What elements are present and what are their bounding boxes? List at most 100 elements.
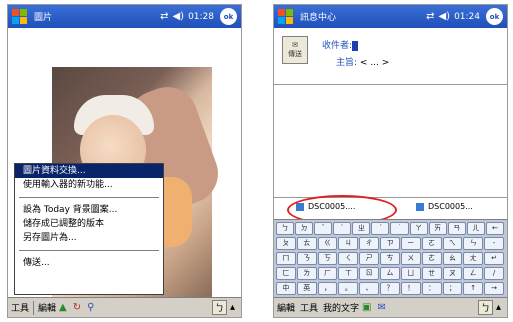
title-bar: 訊息中心 ⇄ ◀) 01:24 ok — [274, 5, 507, 28]
subject-input[interactable]: < ... > — [360, 58, 389, 68]
ok-button[interactable]: ok — [220, 8, 237, 25]
keyboard-key[interactable]: ㄞ — [428, 222, 447, 235]
menu-item-save-adjusted[interactable]: 儲存成已調整的版本 — [15, 217, 163, 231]
keyboard-key[interactable]: ㄗ — [380, 237, 400, 250]
keyboard-key[interactable]: ↵ — [484, 252, 504, 265]
keyboard-key[interactable]: ； — [442, 282, 463, 295]
my-text-menu[interactable]: 我的文字 — [323, 301, 359, 314]
keyboard-key[interactable]: ㄇ — [276, 252, 296, 265]
keyboard-key[interactable]: ㄙ — [380, 267, 400, 280]
keyboard-key[interactable]: ㄏ — [317, 267, 338, 280]
keyboard-key[interactable]: ㄕ — [359, 252, 380, 265]
window-title: 圖片 — [34, 13, 53, 23]
menu-item-new-feature[interactable]: 使用輸入器的新功能... — [15, 178, 163, 192]
clock[interactable]: 01:24 — [454, 12, 480, 22]
send-button[interactable]: ✉ 傳送 — [282, 36, 308, 64]
keyboard-row: ㄆㄊㄍㄐㄔㄗㄧㄛㄟㄣ- — [276, 237, 505, 250]
keyboard-key[interactable]: ㄨ — [400, 252, 421, 265]
edit-menu[interactable]: 編輯 — [38, 301, 56, 314]
send-label: 傳送 — [288, 50, 302, 58]
start-menu-icon[interactable] — [12, 8, 28, 25]
keyboard-key[interactable]: ㄎ — [317, 252, 338, 265]
keyboard-key[interactable]: ㄛ — [421, 237, 442, 250]
keyboard-key[interactable]: ㄓ — [352, 222, 371, 235]
image-icon[interactable]: ▲ — [59, 302, 67, 313]
keyboard-key[interactable]: ㄣ — [463, 237, 484, 250]
tools-menu[interactable]: 工具 — [300, 301, 318, 314]
right-screen: 訊息中心 ⇄ ◀) 01:24 ok ✉ 傳送 收件者: 主旨: < ... >… — [273, 4, 508, 318]
attachment-item[interactable]: DSC0005... — [416, 202, 473, 211]
keyboard-key[interactable]: ㄚ — [409, 222, 428, 235]
keyboard-key[interactable]: - — [484, 237, 504, 250]
keyboard-key[interactable]: ㄘ — [380, 252, 400, 265]
keyboard-key[interactable]: ㄧ — [400, 237, 421, 250]
keyboard-key[interactable]: ㄉ — [295, 222, 314, 235]
keyboard-key[interactable]: ㄑ — [338, 252, 359, 265]
keyboard-key[interactable]: ㄅ — [276, 222, 295, 235]
keyboard-key[interactable]: ！ — [400, 282, 421, 295]
keyboard-key[interactable]: 。 — [338, 282, 359, 295]
keyboard-key[interactable]: ㄟ — [442, 237, 463, 250]
menu-item-set-today-bg[interactable]: 設為 Today 背景圖案... — [15, 203, 163, 217]
connectivity-icon[interactable]: ⇄ — [160, 11, 168, 22]
keyboard-key[interactable]: ㄥ — [463, 267, 484, 280]
keyboard-key[interactable]: ㄍ — [317, 237, 338, 250]
volume-icon[interactable]: ◀) — [438, 11, 450, 22]
subject-field[interactable]: 主旨: < ... > — [336, 55, 389, 68]
menu-item-save-as[interactable]: 另存圖片為... — [15, 231, 163, 245]
keyboard-key[interactable]: ㄆ — [276, 237, 296, 250]
to-field[interactable]: 收件者: — [322, 38, 359, 51]
keyboard-key[interactable]: ˇ — [314, 222, 333, 235]
keyboard-key[interactable]: ㄜ — [421, 252, 442, 265]
keyboard-key[interactable]: ← — [485, 222, 504, 235]
input-arrow-icon[interactable]: ▴ — [496, 302, 501, 313]
connectivity-icon[interactable]: ⇄ — [426, 11, 434, 22]
keyboard-key[interactable]: ↑ — [463, 282, 484, 295]
keyboard-toggle-button[interactable]: ㄅ — [477, 300, 493, 315]
attach-image-icon[interactable]: ▣ — [362, 302, 371, 313]
keyboard-key[interactable]: ？ — [380, 282, 400, 295]
ok-button[interactable]: ok — [486, 8, 503, 25]
keyboard-key[interactable]: → — [484, 282, 504, 295]
keyboard-key[interactable]: ˋ — [333, 222, 352, 235]
start-menu-icon[interactable] — [278, 8, 294, 25]
keyboard-key[interactable]: ㄔ — [359, 237, 380, 250]
menu-item-image-exchange[interactable]: 圖片資料交換... — [15, 164, 163, 178]
rotate-icon[interactable]: ↻ — [73, 302, 81, 313]
bottom-toolbar: 編輯 工具 我的文字 ▣ ✉ ㄅ ▴ — [274, 297, 507, 317]
keyboard-key[interactable]: ㄋ — [296, 252, 317, 265]
keyboard-key[interactable]: 中 — [276, 282, 296, 295]
input-arrow-icon[interactable]: ▴ — [230, 302, 235, 313]
keyboard-key[interactable]: ㄊ — [296, 237, 317, 250]
keyboard-key[interactable]: ㄈ — [276, 267, 296, 280]
tools-menu[interactable]: 工具 — [11, 301, 29, 314]
keyboard-key[interactable]: ㄩ — [400, 267, 421, 280]
keyboard-key[interactable]: ㄤ — [463, 252, 484, 265]
edit-menu[interactable]: 編輯 — [277, 301, 295, 314]
keyboard-key[interactable]: ㄐ — [338, 237, 359, 250]
keyboard-key[interactable]: 英 — [296, 282, 317, 295]
keyboard-row: 中英，。、？！：； ↑ → — [276, 282, 505, 295]
keyboard-key[interactable]: / — [484, 267, 504, 280]
keyboard-key[interactable]: ㄢ — [447, 222, 466, 235]
keyboard-key[interactable]: ˊ — [371, 222, 390, 235]
volume-icon[interactable]: ◀) — [172, 11, 184, 22]
keyboard-key[interactable]: ㄌ — [296, 267, 317, 280]
keyboard-key[interactable]: ㄡ — [442, 267, 463, 280]
keyboard-key[interactable]: 、 — [359, 282, 380, 295]
keyboard-key[interactable]: ㄒ — [338, 267, 359, 280]
envelope-icon[interactable]: ✉ — [378, 302, 386, 313]
keyboard-toggle-button[interactable]: ㄅ — [211, 300, 227, 315]
to-input[interactable] — [352, 41, 359, 51]
keyboard-key[interactable]: ㄠ — [442, 252, 463, 265]
clock[interactable]: 01:28 — [188, 12, 214, 22]
keyboard-key[interactable]: ， — [317, 282, 338, 295]
keyboard-key[interactable]: ㄝ — [421, 267, 442, 280]
keyboard-key[interactable]: ㄦ — [466, 222, 485, 235]
keyboard-key[interactable]: ㄖ — [359, 267, 380, 280]
keyboard-row: ㄇㄋㄎㄑㄕㄘㄨㄜㄠㄤ ↵ — [276, 252, 505, 265]
menu-item-send[interactable]: 傳送... — [15, 256, 163, 270]
keyboard-key[interactable]: ˙ — [390, 222, 409, 235]
zoom-icon[interactable]: ⚲ — [87, 302, 94, 313]
keyboard-key[interactable]: ： — [421, 282, 442, 295]
